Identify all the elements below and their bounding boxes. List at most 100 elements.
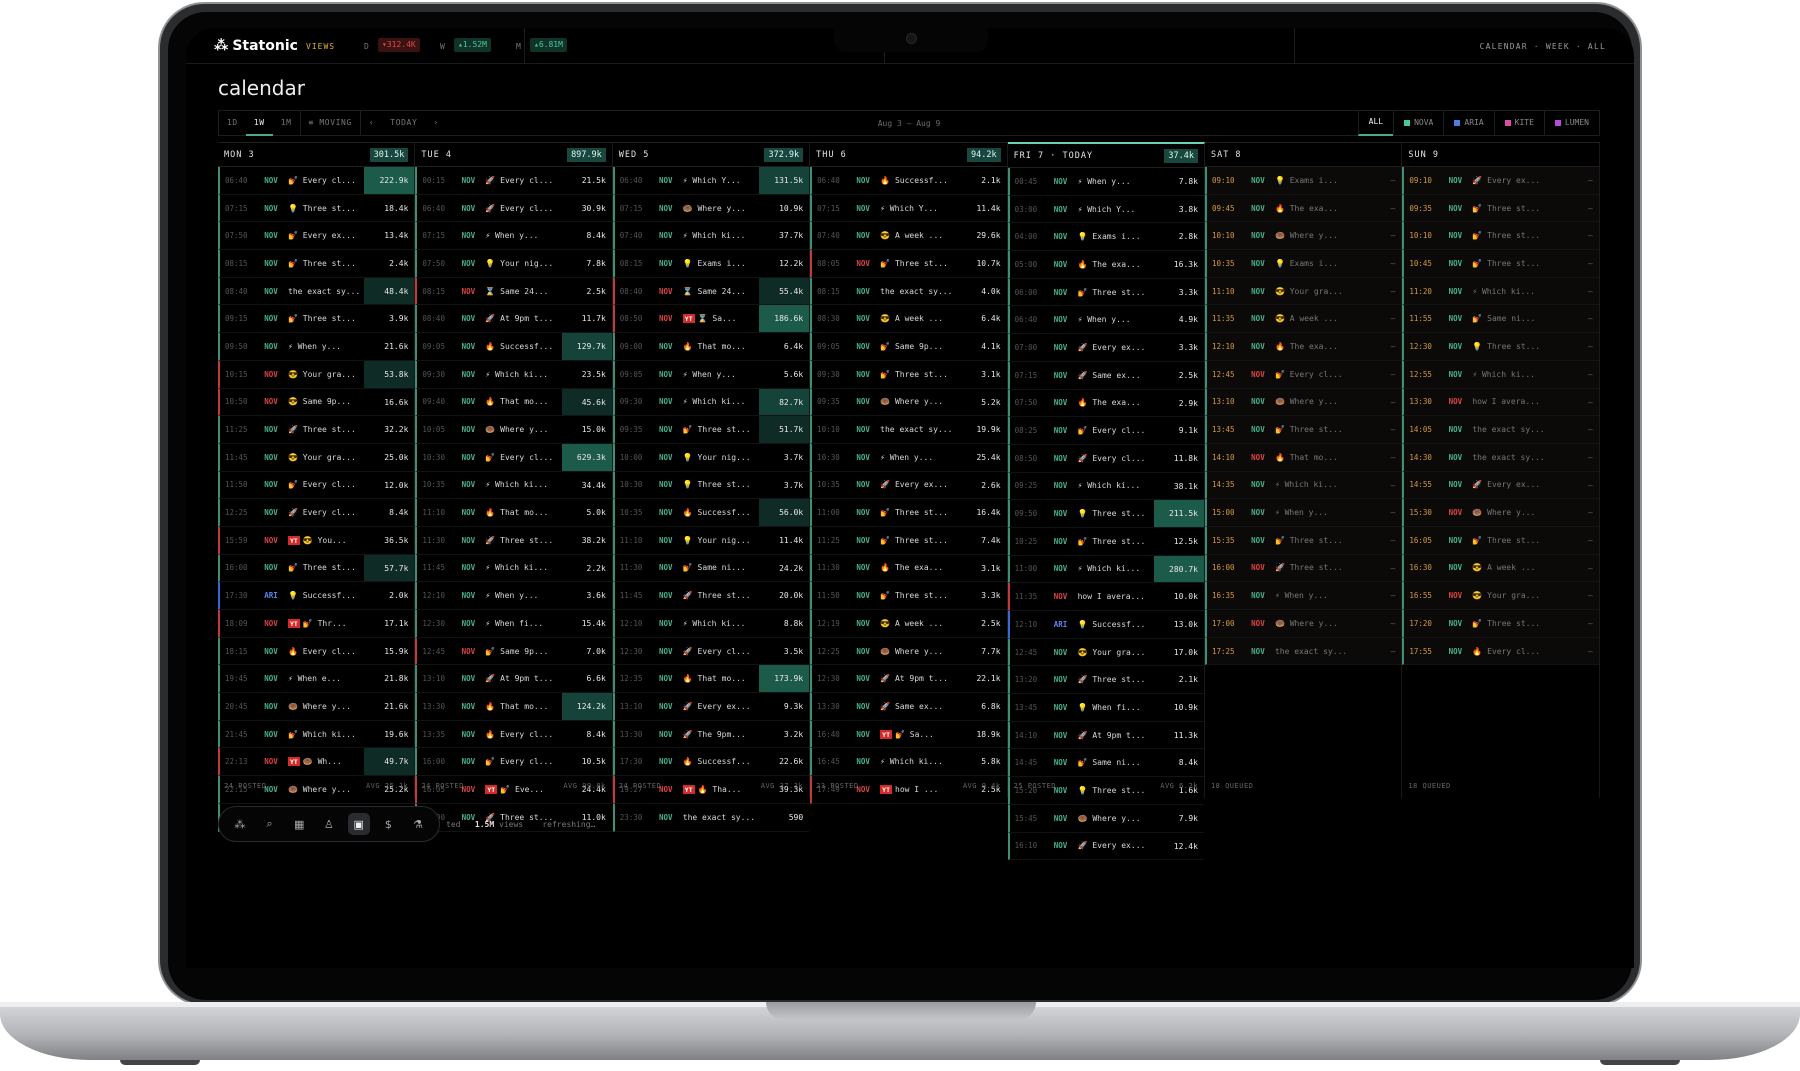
post-row[interactable]: 07:15 NOV 💡 Three st... 18.4k — [218, 194, 415, 223]
dollar-icon[interactable]: $ — [377, 813, 399, 835]
post-row[interactable]: 12:30 NOV 🚀 At 9pm t... 22.1k — [810, 665, 1007, 694]
post-row[interactable]: 20:45 NOV 🍩 Where y... 21.6k — [218, 693, 415, 721]
post-row[interactable]: 14:05 NOV the exact sy... — — [1402, 416, 1599, 444]
post-row[interactable]: 08:40 NOV 🚀 At 9pm t... 11.7k — [415, 305, 612, 334]
post-row[interactable]: 11:50 NOV 💅 Every cl... 12.0k — [218, 471, 415, 500]
post-row[interactable]: 10:00 NOV 💡 Your nig... 3.7k — [612, 443, 810, 472]
filter-aria[interactable]: ARIA — [1443, 110, 1493, 136]
post-row[interactable]: 14:10 NOV 🚀 At 9pm t... 11.3k — [1007, 721, 1204, 750]
post-row[interactable]: 11:10 NOV 😎 Your gra... — — [1204, 277, 1402, 306]
post-row[interactable]: 07:40 NOV ⚡ Which ki... 37.7k — [612, 222, 810, 251]
grid-icon[interactable]: ▦ — [288, 813, 310, 835]
post-row[interactable]: 12:45 NOV 😎 Your gra... 17.0k — [1007, 638, 1204, 667]
post-row[interactable]: 16:40 NOV YT 💅 Sa... 18.9k — [810, 720, 1007, 749]
post-row[interactable]: 06:40 NOV 🚀 Every cl... 30.9k — [415, 194, 612, 223]
post-row[interactable]: 22:13 NOV YT 🍩 Wh... 49.7k — [218, 748, 415, 777]
post-row[interactable]: 12:25 NOV 🍩 Where y... 7.7k — [810, 637, 1007, 666]
post-row[interactable]: 10:25 NOV 💅 Three st... 12.5k — [1007, 527, 1204, 556]
post-row[interactable]: 19:45 NOV ⚡ When e... 21.8k — [218, 665, 415, 694]
post-row[interactable]: 13:30 NOV 🚀 The 9pm... 3.2k — [612, 720, 810, 749]
post-row[interactable]: 12:30 NOV ⚡ When fi... 15.4k — [415, 610, 612, 638]
post-row[interactable]: 13:20 NOV 🚀 Three st... 2.1k — [1007, 666, 1204, 695]
post-row[interactable]: 13:35 NOV 🔥 Every cl... 8.4k — [415, 720, 612, 749]
post-row[interactable]: 11:25 NOV 💅 Three st... 7.4k — [810, 526, 1007, 555]
post-row[interactable]: 12:55 NOV ⚡ Which ki... — — [1402, 360, 1599, 389]
range-1m-button[interactable]: 1M — [273, 110, 300, 136]
post-row[interactable]: 09:35 NOV 💅 Three st... 51.7k — [612, 416, 810, 444]
post-row[interactable]: 12:10 NOV ⚡ When y... 3.6k — [415, 582, 612, 610]
post-row[interactable]: 13:30 NOV 🚀 Same ex... 6.8k — [810, 693, 1007, 721]
post-row[interactable]: 09:05 NOV ⚡ When y... 5.6k — [612, 360, 810, 389]
post-row[interactable]: 12:45 NOV 💅 Every cl... — — [1204, 360, 1402, 389]
post-row[interactable]: 11:30 NOV 🔥 The exa... 3.1k — [810, 554, 1007, 583]
post-row[interactable]: 08:15 NOV 💅 Three st... 2.4k — [218, 250, 415, 278]
post-row[interactable]: 11:35 NOV how I avera... 10.0k — [1007, 583, 1204, 611]
post-row[interactable]: 17:20 NOV 💅 Three st... — — [1402, 610, 1599, 638]
post-row[interactable]: 08:05 NOV 💅 Three st... 10.7k — [810, 250, 1007, 278]
post-row[interactable]: 18:15 NOV 🔥 Every cl... 15.9k — [218, 637, 415, 666]
search-icon[interactable]: ⌕ — [259, 813, 281, 835]
post-row[interactable]: 11:20 NOV ⚡ Which ki... — — [1402, 277, 1599, 306]
post-row[interactable]: 12:10 ARI 💡 Successf... 13.0k — [1007, 611, 1204, 639]
flask-icon[interactable]: ⚗ — [407, 813, 429, 835]
post-row[interactable]: 09:25 NOV ⚡ Which ki... 38.1k — [1007, 472, 1204, 501]
post-row[interactable]: 08:50 NOV 🚀 Every cl... 11.8k — [1007, 444, 1204, 473]
post-row[interactable]: 08:15 NOV the exact sy... 4.0k — [810, 277, 1007, 306]
post-row[interactable]: 16:00 NOV 🚀 Three st... — — [1204, 554, 1402, 583]
post-row[interactable]: 00:45 NOV ⚡ When y... 7.8k — [1007, 168, 1204, 196]
post-row[interactable]: 07:15 NOV 🍩 Where y... 10.9k — [612, 194, 810, 223]
post-row[interactable]: 16:35 NOV ⚡ When y... — — [1204, 582, 1402, 610]
post-row[interactable]: 10:10 NOV 💅 Three st... — — [1402, 222, 1599, 251]
post-row[interactable]: 12:30 NOV 🚀 Every cl... 3.5k — [612, 637, 810, 666]
post-row[interactable]: 16:10 NOV 🚀 Every ex... 12.4k — [1007, 832, 1204, 861]
post-row[interactable]: 17:00 NOV 🍩 Where y... — — [1204, 610, 1402, 638]
post-row[interactable]: 08:15 NOV ⌛ Same 24... 2.5k — [415, 277, 612, 306]
post-row[interactable]: 13:10 NOV 🚀 At 9pm t... 6.6k — [415, 665, 612, 694]
post-row[interactable]: 14:55 NOV 🚀 Every ex... — — [1402, 471, 1599, 500]
post-row[interactable]: 11:30 NOV 💅 Same ni... 24.2k — [612, 554, 810, 583]
post-row[interactable]: 10:35 NOV 🔥 Successf... 56.0k — [612, 499, 810, 527]
post-row[interactable]: 15:59 NOV YT 😎 You... 36.5k — [218, 526, 415, 555]
post-row[interactable]: 13:10 NOV 🚀 Every ex... 9.3k — [612, 693, 810, 721]
post-row[interactable]: 12:45 NOV 💅 Same 9p... 7.0k — [415, 637, 612, 666]
post-row[interactable]: 11:10 NOV 🔥 That mo... 5.0k — [415, 499, 612, 527]
next-week-button[interactable]: › — [425, 110, 446, 136]
post-row[interactable]: 06:00 NOV 💅 Three st... 3.3k — [1007, 278, 1204, 307]
post-row[interactable]: 07:00 NOV 🚀 Every ex... 3.3k — [1007, 334, 1204, 362]
range-1d-button[interactable]: 1D — [219, 110, 246, 136]
filter-kite[interactable]: KITE — [1493, 110, 1544, 136]
post-row[interactable]: 10:45 NOV 💅 Three st... — — [1402, 250, 1599, 278]
post-row[interactable]: 13:30 NOV 🔥 That mo... 124.2k — [415, 693, 612, 721]
post-row[interactable]: 10:35 NOV 💡 Exams i... — — [1204, 250, 1402, 278]
post-row[interactable]: 07:40 NOV 😎 A week ... 29.6k — [810, 222, 1007, 251]
post-row[interactable]: 07:50 NOV 💅 Every ex... 13.4k — [218, 222, 415, 251]
person-icon[interactable]: ♙ — [318, 813, 340, 835]
post-row[interactable]: 12:10 NOV 🔥 The exa... — — [1204, 333, 1402, 361]
post-row[interactable]: 09:10 NOV 💡 Exams i... — — [1204, 167, 1402, 195]
post-row[interactable]: 14:30 NOV the exact sy... — — [1402, 443, 1599, 472]
post-row[interactable]: 17:30 NOV 🔥 Successf... 22.6k — [612, 748, 810, 777]
post-row[interactable]: 09:50 NOV ⚡ When y... 21.6k — [218, 333, 415, 361]
post-row[interactable]: 09:00 NOV 🔥 That mo... 6.4k — [612, 333, 810, 361]
post-row[interactable]: 11:25 NOV 🚀 Three st... 32.2k — [218, 416, 415, 444]
post-row[interactable]: 07:50 NOV 🔥 The exa... 2.9k — [1007, 389, 1204, 418]
post-row[interactable]: 10:30 NOV 💡 Three st... 3.7k — [612, 471, 810, 500]
post-row[interactable]: 23:30 NOV the exact sy... 590 — [612, 803, 810, 832]
post-row[interactable]: 09:10 NOV 🚀 Every ex... — — [1402, 167, 1599, 195]
range-1w-button[interactable]: 1W — [245, 110, 273, 136]
post-row[interactable]: 11:00 NOV ⚡ Which ki... 280.7k — [1007, 555, 1204, 584]
post-row[interactable]: 15:35 NOV 💅 Three st... — — [1204, 526, 1402, 555]
post-row[interactable]: 09:35 NOV 💅 Three st... — — [1402, 194, 1599, 223]
post-row[interactable]: 09:40 NOV 🔥 That mo... 45.6k — [415, 388, 612, 417]
post-row[interactable]: 09:15 NOV 💅 Three st... 3.9k — [218, 305, 415, 334]
post-row[interactable]: 13:45 NOV 💅 Three st... — — [1204, 416, 1402, 444]
post-row[interactable]: 16:55 NOV 😎 Your gra... — — [1402, 582, 1599, 610]
today-button[interactable]: TODAY — [382, 110, 425, 136]
post-row[interactable]: 07:15 NOV ⚡ When y... 8.4k — [415, 222, 612, 251]
post-row[interactable]: 08:30 NOV 😎 A week ... 6.4k — [810, 305, 1007, 334]
post-row[interactable]: 06:40 NOV ⚡ When y... 4.9k — [1007, 306, 1204, 335]
post-row[interactable]: 06:40 NOV 🔥 Successf... 2.1k — [810, 167, 1007, 195]
post-row[interactable]: 07:15 NOV 🚀 Same ex... 2.5k — [1007, 361, 1204, 390]
post-row[interactable]: 09:50 NOV 💡 Three st... 211.5k — [1007, 500, 1204, 528]
post-row[interactable]: 03:00 NOV ⚡ Which Y... 3.8k — [1007, 195, 1204, 224]
